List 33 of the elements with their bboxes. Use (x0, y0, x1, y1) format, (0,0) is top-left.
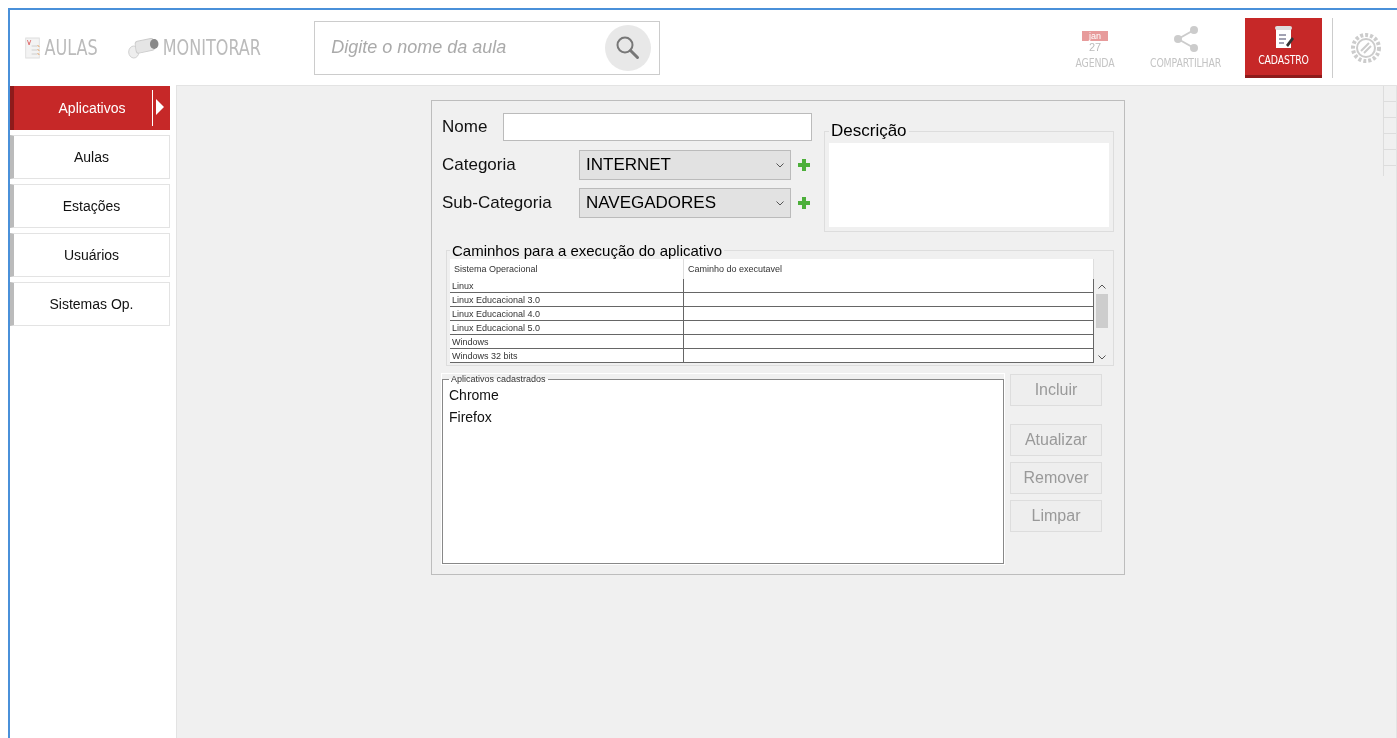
table-cell: Linux (450, 279, 684, 293)
document-icon (1272, 24, 1295, 51)
caret-icon[interactable] (776, 200, 784, 206)
scrollbar[interactable] (1094, 259, 1110, 363)
name-label: Nome (442, 117, 489, 137)
group-title: Caminhos para a execução do aplicativo (451, 242, 724, 259)
group-title: Aplicativos cadastrados (450, 374, 547, 384)
search-icon[interactable] (605, 24, 652, 71)
description-label: Descrição (830, 121, 908, 141)
nav-register-tab[interactable]: CADASTRO (1245, 17, 1322, 78)
sidebar-item[interactable]: Aplicativos (10, 86, 170, 130)
sidebar-item[interactable]: Usuários (10, 233, 170, 277)
sidebar-item[interactable]: Estações (10, 184, 170, 228)
checklist-icon (24, 35, 43, 60)
field-label: Categoria (442, 155, 517, 175)
caret-icon[interactable] (776, 162, 784, 168)
scroll-thumb[interactable] (1096, 294, 1108, 328)
triangle-icon (156, 99, 164, 115)
name-input[interactable] (503, 113, 812, 141)
list-item[interactable]: Firefox (449, 406, 997, 428)
list-box[interactable]: Aplicativos cadastrados Chrome Firefox (442, 374, 1004, 564)
sidebar-item[interactable]: Aulas (10, 135, 170, 179)
settings-icon[interactable] (1349, 30, 1383, 65)
search-field[interactable]: Digite o nome da aula (314, 20, 661, 75)
dropdown[interactable]: NAVEGADORES (579, 188, 791, 218)
dropdown[interactable]: INTERNET (579, 150, 791, 180)
add-icon[interactable] (797, 196, 811, 210)
field-label: Sub-Categoria (442, 193, 553, 213)
add-icon[interactable] (797, 158, 811, 172)
list-item[interactable]: Chrome (449, 384, 997, 406)
sidebar-item[interactable]: Sistemas Op. (10, 282, 170, 326)
up-caret-icon[interactable] (1098, 284, 1106, 289)
down-caret-icon[interactable] (1098, 355, 1106, 360)
